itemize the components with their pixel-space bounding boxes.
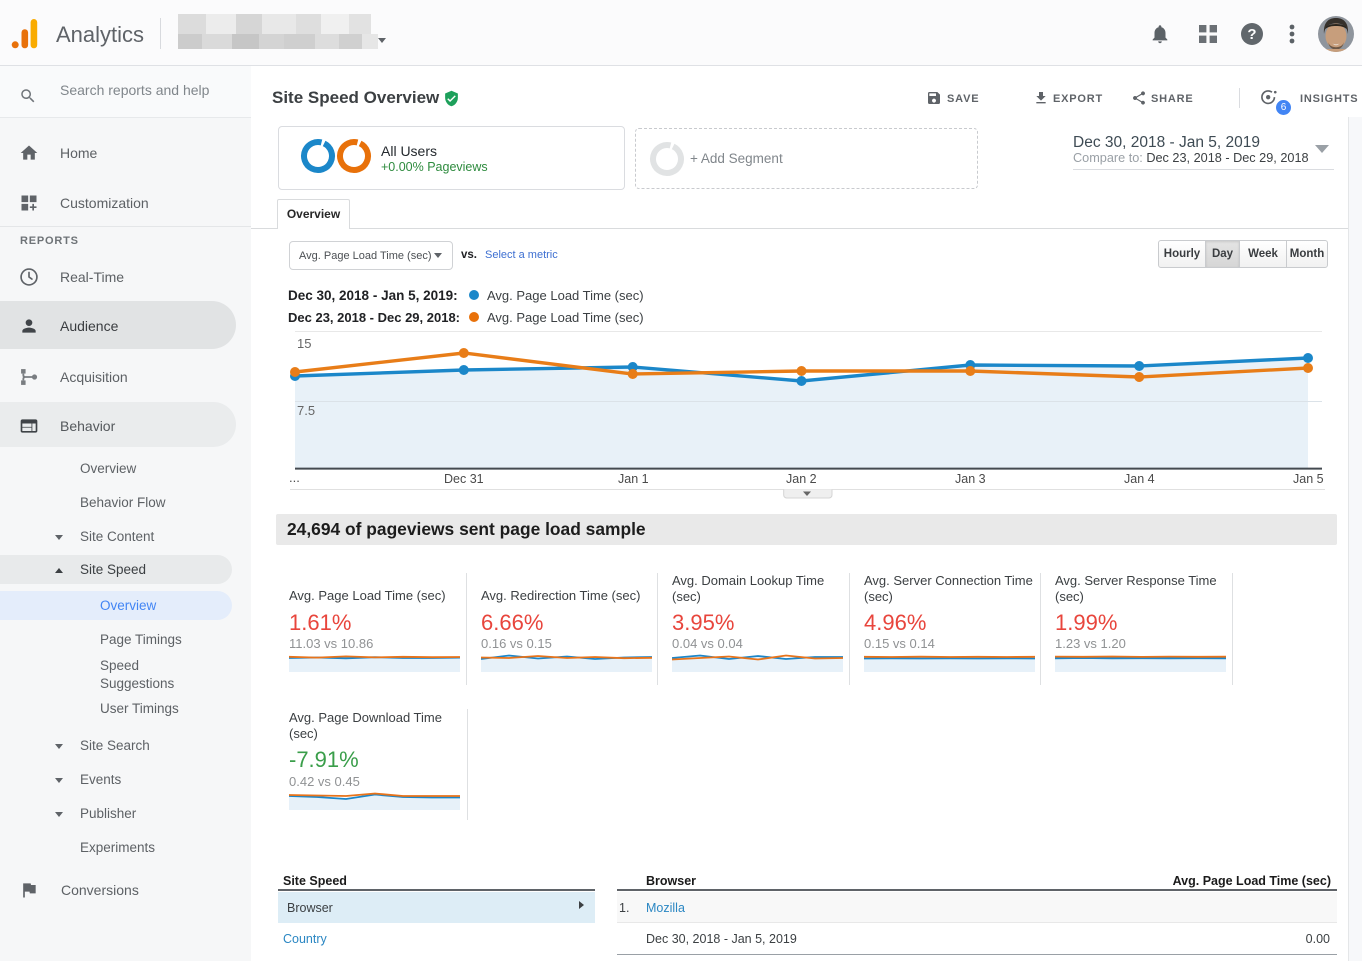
svg-text:?: ? [1247,26,1256,43]
